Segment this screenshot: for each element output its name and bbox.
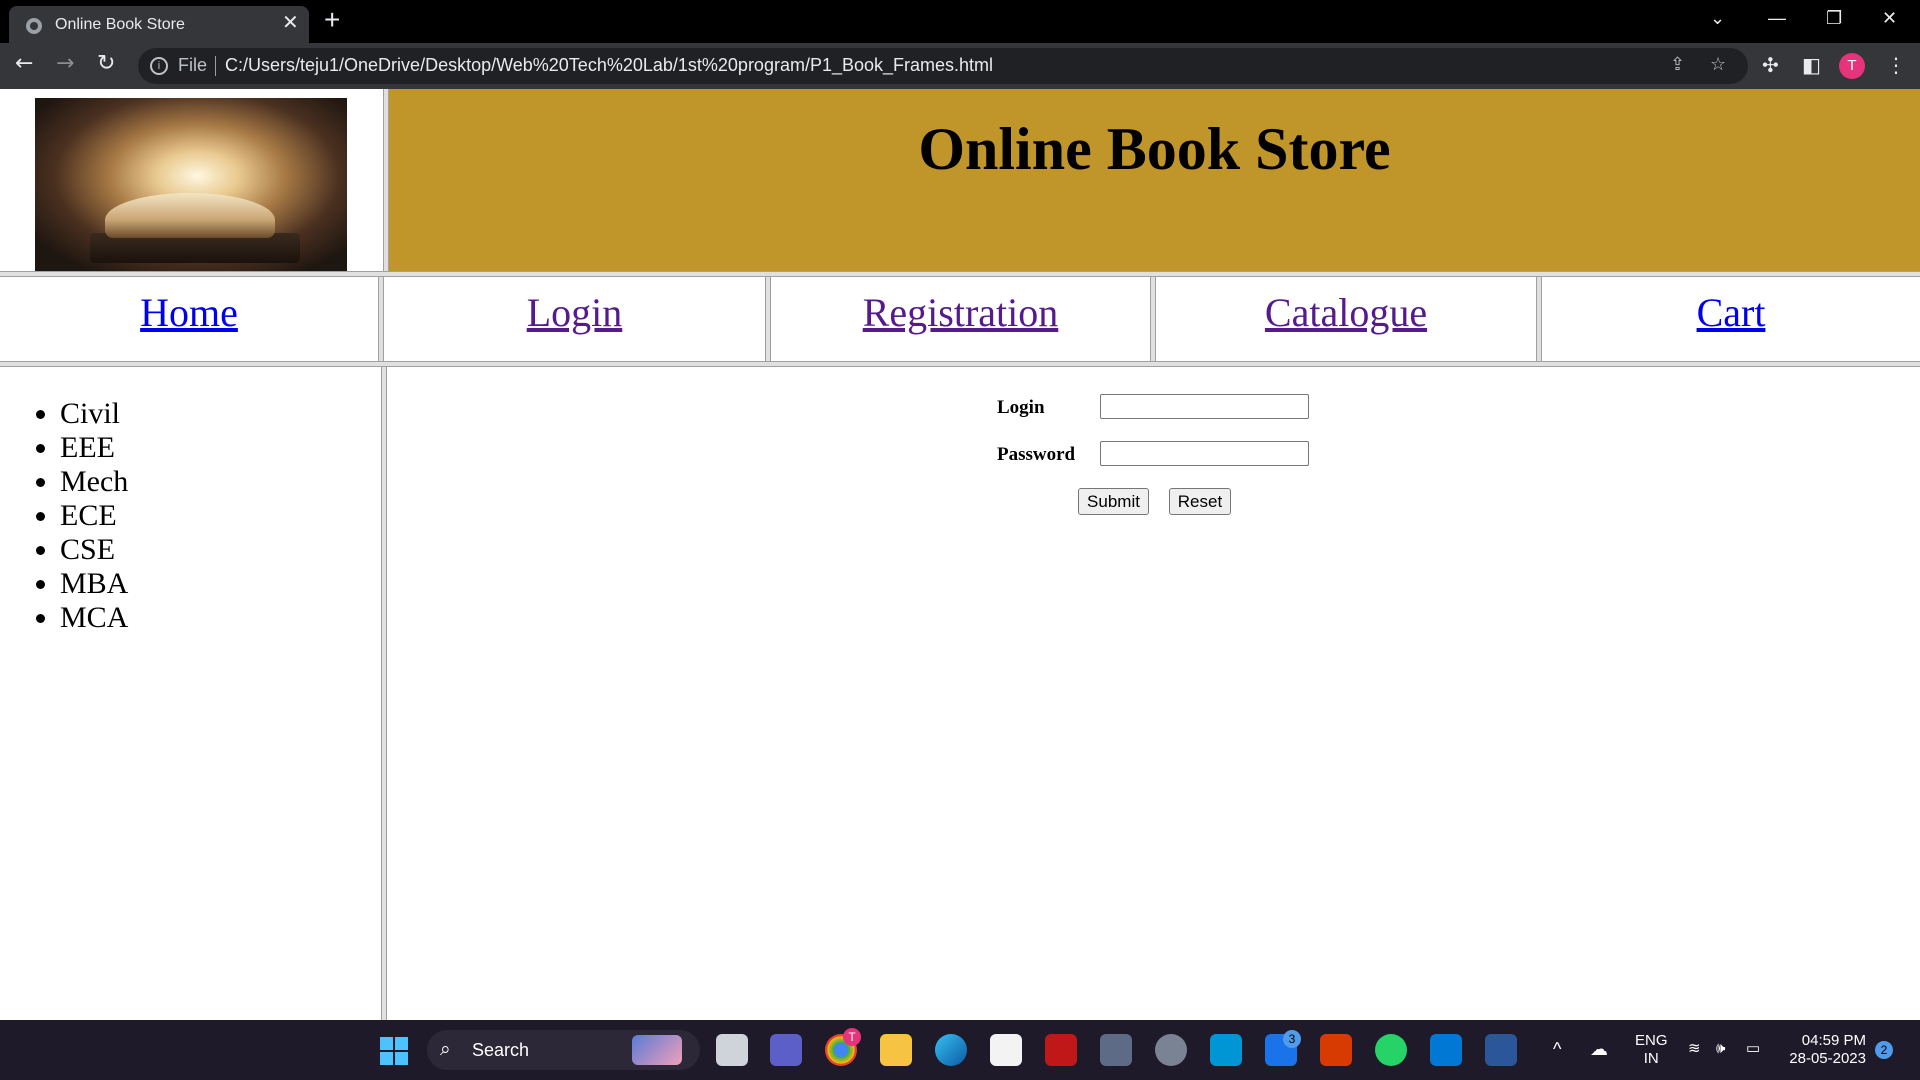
side-panel-icon[interactable]: ◧ <box>1802 53 1821 77</box>
file-scheme-label: File <box>178 55 208 75</box>
nav-frame-cart: Cart <box>1542 277 1920 361</box>
windows-taskbar: ⌕ Search T 3 ^ ☁ ENG IN ≋ 🕪 ▭ 04:59 PM 2… <box>0 1020 1920 1080</box>
restore-icon[interactable]: ❐ <box>1826 8 1842 29</box>
chrome-profile-badge: T <box>843 1028 861 1046</box>
reload-icon[interactable]: ↻ <box>97 52 115 76</box>
password-input[interactable] <box>1100 441 1309 466</box>
extensions-puzzle-icon[interactable]: ✣ <box>1762 53 1779 77</box>
search-placeholder: Search <box>472 1040 530 1060</box>
bookmark-star-icon[interactable]: ☆ <box>1710 54 1726 75</box>
browser-tab[interactable]: Online Book Store ✕ <box>9 6 309 43</box>
nav-link-home[interactable]: Home <box>140 289 238 336</box>
department-item: MCA <box>60 601 381 635</box>
department-list: Civil EEE Mech ECE CSE MBA MCA <box>0 397 381 635</box>
show-hidden-icons-chevron-icon[interactable]: ^ <box>1553 1040 1561 1058</box>
office-icon[interactable] <box>1320 1034 1352 1066</box>
minimize-icon[interactable]: — <box>1768 8 1786 29</box>
browser-toolbar: ← → ↻ i File C:/Users/teju1/OneDrive/Des… <box>0 43 1920 89</box>
wifi-icon[interactable]: ≋ <box>1688 1040 1701 1058</box>
word-icon[interactable] <box>1485 1034 1517 1066</box>
reset-button[interactable]: Reset <box>1169 488 1231 515</box>
site-title: Online Book Store <box>918 116 1391 182</box>
forward-icon[interactable]: → <box>56 52 74 76</box>
volume-icon[interactable]: 🕪 <box>1716 1040 1725 1058</box>
logo-frame <box>0 89 383 271</box>
menu-kebab-icon[interactable]: ⋮ <box>1886 53 1906 77</box>
clock[interactable]: 04:59 PM 28-05-2023 <box>1784 1032 1866 1068</box>
vscode-icon[interactable] <box>1430 1034 1462 1066</box>
clock-date: 28-05-2023 <box>1789 1050 1866 1067</box>
search-highlight-icon <box>632 1035 682 1065</box>
book-pages-shape <box>105 193 275 238</box>
nav-link-cart[interactable]: Cart <box>1697 289 1766 336</box>
new-tab-button[interactable]: + <box>324 6 340 34</box>
address-bar[interactable]: i File C:/Users/teju1/OneDrive/Desktop/W… <box>138 48 1748 84</box>
nav-link-catalogue[interactable]: Catalogue <box>1265 289 1427 336</box>
notification-count-badge[interactable]: 2 <box>1875 1041 1893 1059</box>
nav-link-registration[interactable]: Registration <box>863 289 1059 336</box>
department-item: ECE <box>60 499 381 533</box>
main-content-frame: Login Password Submit Reset <box>387 367 1920 1020</box>
microsoft-store-icon[interactable] <box>990 1034 1022 1066</box>
address-separator <box>215 56 216 76</box>
battery-icon[interactable]: ▭ <box>1746 1040 1760 1058</box>
nav-frame-registration: Registration <box>771 277 1150 361</box>
department-item: Mech <box>60 465 381 499</box>
clock-time: 04:59 PM <box>1801 1032 1866 1049</box>
edge-icon[interactable] <box>935 1034 967 1066</box>
nav-frame-login: Login <box>384 277 765 361</box>
info-icon[interactable]: i <box>150 57 168 75</box>
browser-tab-bar: Online Book Store ✕ + ⌄ — ❐ ✕ <box>0 0 1920 43</box>
web-page: Online Book Store Home Login Registratio… <box>0 89 1920 1020</box>
file-explorer-icon[interactable] <box>880 1034 912 1066</box>
open-book-image <box>35 98 347 271</box>
header-frame: Online Book Store <box>389 89 1920 271</box>
nav-frame-home: Home <box>0 277 378 361</box>
language-indicator[interactable]: ENG IN <box>1635 1032 1668 1068</box>
tab-search-chevron-icon[interactable]: ⌄ <box>1710 8 1725 29</box>
department-sidebar-frame: Civil EEE Mech ECE CSE MBA MCA <box>0 367 381 1020</box>
close-window-icon[interactable]: ✕ <box>1882 8 1897 29</box>
mcafee-icon[interactable] <box>1045 1034 1077 1066</box>
url-text[interactable]: C:/Users/teju1/OneDrive/Desktop/Web%20Te… <box>225 55 993 76</box>
submit-button[interactable]: Submit <box>1078 488 1149 515</box>
windows-start-icon[interactable] <box>380 1037 408 1065</box>
tab-title: Online Book Store <box>55 16 185 33</box>
department-item: MBA <box>60 567 381 601</box>
language-code: ENG <box>1635 1032 1668 1049</box>
password-label: Password <box>997 444 1076 465</box>
onedrive-cloud-icon[interactable]: ☁ <box>1590 1040 1608 1058</box>
nav-link-login[interactable]: Login <box>527 289 623 336</box>
login-input[interactable] <box>1100 394 1309 419</box>
profile-avatar[interactable]: T <box>1839 53 1865 79</box>
nav-frame-catalogue: Catalogue <box>1156 277 1536 361</box>
share-icon[interactable]: ⇪ <box>1670 54 1685 75</box>
globe-icon <box>26 18 42 34</box>
camera-icon[interactable] <box>1100 1034 1132 1066</box>
login-label: Login <box>997 397 1045 418</box>
tab-close-icon[interactable]: ✕ <box>282 13 299 33</box>
taskbar-search-box[interactable]: ⌕ Search <box>427 1030 700 1070</box>
department-item: Civil <box>60 397 381 431</box>
department-item: EEE <box>60 431 381 465</box>
department-item: CSE <box>60 533 381 567</box>
teams-chat-icon[interactable] <box>770 1034 802 1066</box>
back-icon[interactable]: ← <box>15 52 33 76</box>
settings-gear-icon[interactable] <box>1155 1034 1187 1066</box>
search-icon: ⌕ <box>440 1038 451 1060</box>
myhp-icon[interactable] <box>1210 1034 1242 1066</box>
whatsapp-icon[interactable] <box>1375 1034 1407 1066</box>
mail-badge: 3 <box>1283 1030 1301 1048</box>
task-view-icon[interactable] <box>716 1034 748 1066</box>
region-code: IN <box>1643 1050 1659 1067</box>
